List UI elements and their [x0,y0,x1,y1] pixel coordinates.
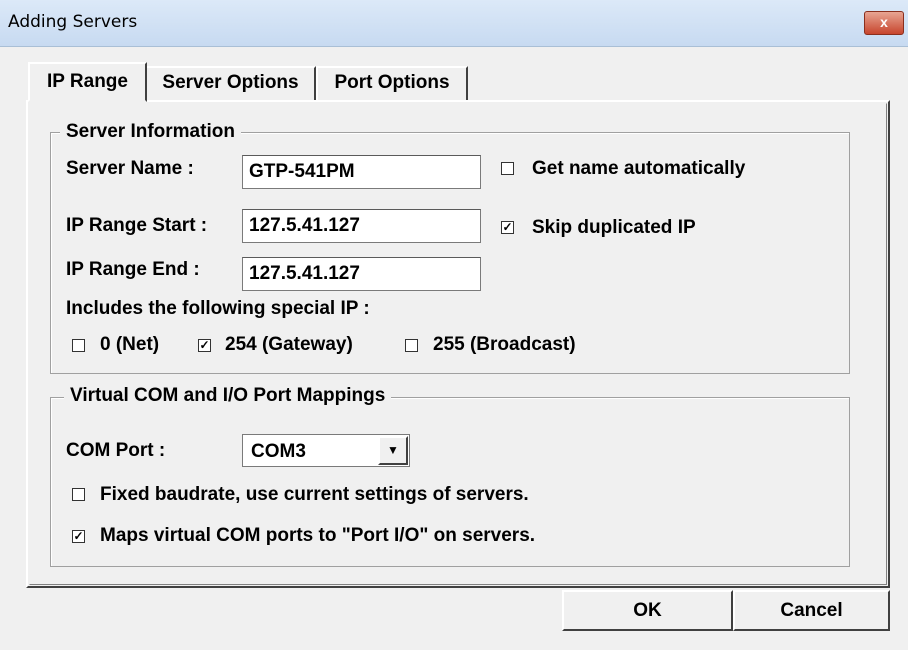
tab-port-options[interactable]: Port Options [316,66,468,100]
server-name-input[interactable]: GTP-541PM [242,155,481,189]
title-bar: Adding Servers x [0,0,908,47]
chevron-down-icon: ▼ [387,443,399,457]
ip-range-end-label: IP Range End : [66,259,200,280]
com-port-select[interactable]: COM3 ▼ [242,434,410,467]
special-ip-net-label: 0 (Net) [100,334,160,355]
ip-range-end-input[interactable]: 127.5.41.127 [242,257,481,291]
get-name-automatically-label: Get name automatically [532,158,746,179]
special-ip-broadcast-checkbox[interactable] [405,339,418,352]
com-port-label: COM Port : [66,440,166,461]
virtual-com-legend: Virtual COM and I/O Port Mappings [64,385,392,407]
com-port-dropdown-button[interactable]: ▼ [378,436,408,465]
skip-duplicated-ip-label: Skip duplicated IP [532,217,696,238]
server-information-legend: Server Information [60,121,241,143]
check-icon: ✓ [199,338,210,352]
special-ip-broadcast-label: 255 (Broadcast) [433,334,576,355]
close-icon: x [880,14,888,30]
ip-range-start-label: IP Range Start : [66,215,208,236]
ip-range-start-input[interactable]: 127.5.41.127 [242,209,481,243]
special-ip-net-checkbox[interactable] [72,339,85,352]
ok-button[interactable]: OK [562,590,733,631]
cancel-button[interactable]: Cancel [733,590,890,631]
tab-ip-range[interactable]: IP Range [28,62,147,102]
window-title: Adding Servers [8,12,138,32]
fixed-baudrate-checkbox[interactable] [72,488,85,501]
special-ip-gateway-label: 254 (Gateway) [225,334,353,355]
close-button[interactable]: x [864,11,904,35]
check-icon: ✓ [73,529,84,543]
check-icon: ✓ [502,220,513,234]
com-port-value: COM3 [251,441,306,462]
skip-duplicated-ip-checkbox[interactable]: ✓ [501,221,514,234]
maps-virtual-com-label: Maps virtual COM ports to "Port I/O" on … [100,525,536,546]
maps-virtual-com-checkbox[interactable]: ✓ [72,530,85,543]
tab-server-options[interactable]: Server Options [145,66,316,100]
fixed-baudrate-label: Fixed baudrate, use current settings of … [100,484,529,505]
special-ip-gateway-checkbox[interactable]: ✓ [198,339,211,352]
get-name-automatically-checkbox[interactable] [501,162,514,175]
server-name-label: Server Name : [66,158,194,179]
special-ip-label: Includes the following special IP : [66,298,370,319]
